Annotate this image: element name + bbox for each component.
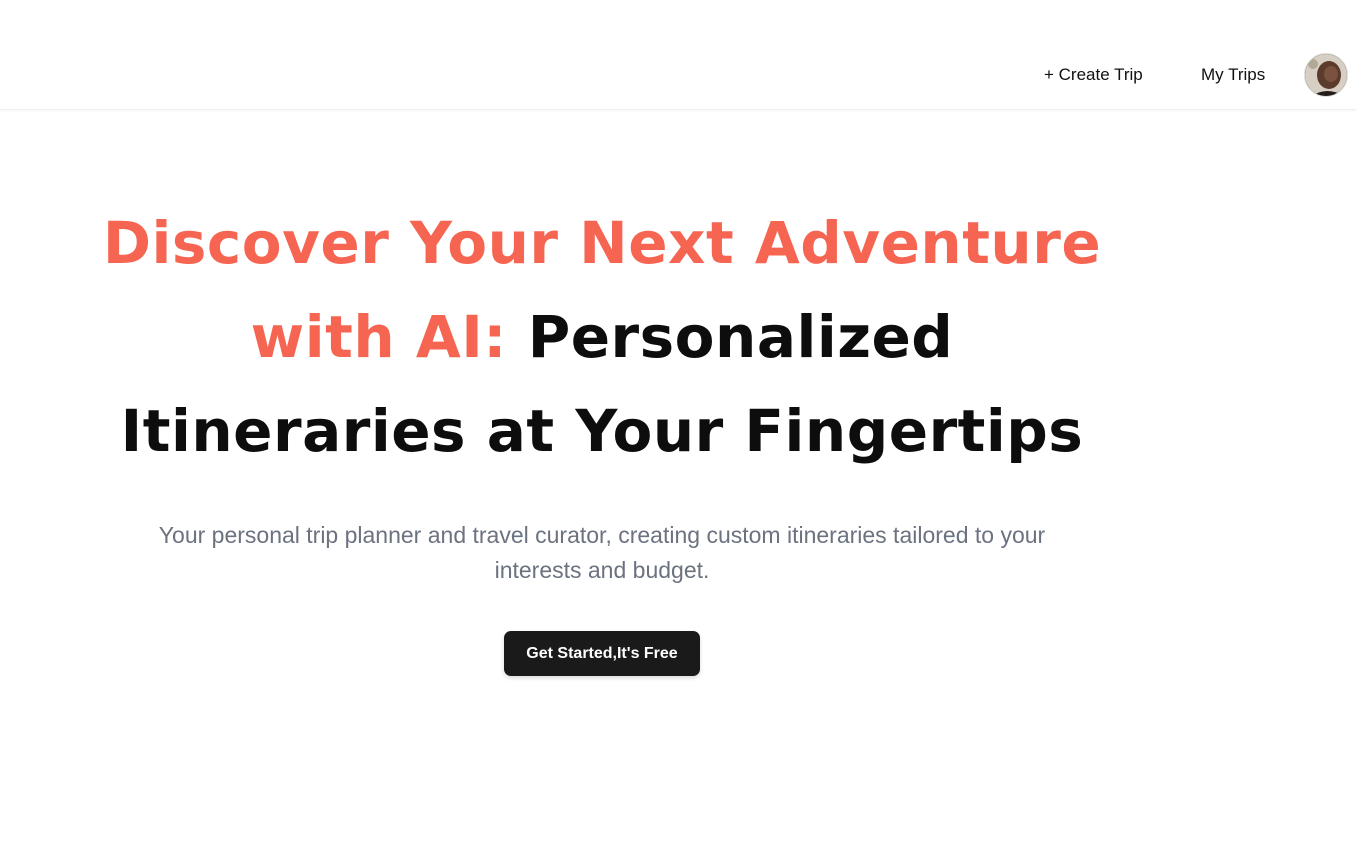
hero-subtitle: Your personal trip planner and travel cu…: [158, 522, 1046, 583]
user-avatar[interactable]: [1304, 53, 1348, 97]
avatar-photo-icon: [1305, 54, 1347, 96]
hero-title: Discover Your Next Adventure with AI: Pe…: [102, 196, 1102, 478]
get-started-button[interactable]: Get Started,It's Free: [504, 631, 700, 676]
my-trips-button[interactable]: My Trips: [1201, 62, 1265, 88]
create-trip-button[interactable]: + Create Trip: [1044, 62, 1143, 88]
top-nav-bar: + Create Trip My Trips: [0, 0, 1356, 110]
